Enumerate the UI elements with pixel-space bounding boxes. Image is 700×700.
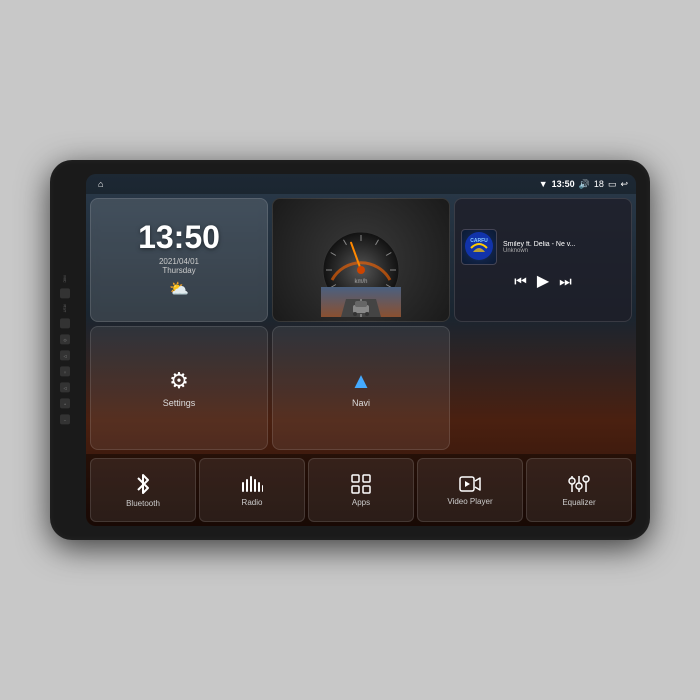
side-btn-3[interactable]: ⊙	[60, 335, 70, 345]
side-buttons: MIC RST ⊙ ◁ ○ ◁ + −	[60, 275, 70, 424]
settings-icon: ⚙	[169, 368, 189, 394]
weather-icon: ⛅	[169, 279, 189, 299]
play-button[interactable]: ▶	[537, 271, 549, 291]
radio-label: Radio	[242, 498, 263, 507]
bottom-bar: Bluetooth Radio	[86, 454, 636, 526]
video-icon	[459, 475, 481, 493]
side-btn-2[interactable]	[60, 319, 70, 329]
side-btn-1[interactable]	[60, 289, 70, 299]
bluetooth-label: Bluetooth	[126, 499, 160, 508]
apps-button[interactable]: Apps	[308, 458, 414, 522]
apps-label: Apps	[352, 498, 370, 507]
main-grid: 13:50 2021/04/01 Thursday ⛅	[86, 194, 636, 454]
album-logo: CARFU	[463, 230, 495, 265]
speedometer-widget: km/h	[272, 198, 450, 322]
navi-label: Navi	[352, 398, 370, 408]
prev-button[interactable]: ⏮	[514, 273, 527, 290]
side-btn-5[interactable]: ○	[60, 367, 70, 377]
equalizer-button[interactable]: Equalizer	[526, 458, 632, 522]
svg-text:km/h: km/h	[354, 279, 367, 285]
apps-icon	[351, 474, 371, 494]
music-controls: ⏮ ▶ ⏭	[514, 271, 572, 291]
music-artist: Unknown	[503, 248, 625, 254]
music-widget: CARFU Smiley ft. Delia - Ne v... Unknown…	[454, 198, 632, 322]
speedometer-svg: km/h	[316, 225, 406, 295]
car-head-unit: MIC RST ⊙ ◁ ○ ◁ + − ⌂ ▼ 13:50 🔊 18 ▭ ↩ 1…	[50, 160, 650, 540]
wifi-icon: ▼	[539, 179, 548, 189]
music-info: Smiley ft. Delia - Ne v... Unknown	[503, 241, 625, 254]
settings-widget[interactable]: ⚙ Settings	[90, 326, 268, 450]
side-btn-7[interactable]: +	[60, 399, 70, 409]
video-player-label: Video Player	[447, 497, 492, 506]
navi-widget[interactable]: ▲ Navi	[272, 326, 450, 450]
rst-label: RST	[63, 305, 68, 313]
bluetooth-icon	[134, 473, 152, 495]
side-btn-6[interactable]: ◁	[60, 383, 70, 393]
radio-icon	[241, 474, 263, 494]
screen: ⌂ ▼ 13:50 🔊 18 ▭ ↩ 13:50 2021/04/01 Thur…	[86, 174, 636, 526]
status-bar: ⌂ ▼ 13:50 🔊 18 ▭ ↩	[86, 174, 636, 194]
side-btn-4[interactable]: ◁	[60, 351, 70, 361]
signal-number: 18	[594, 179, 604, 189]
album-art: CARFU	[461, 229, 497, 265]
battery-icon: ▭	[608, 179, 617, 190]
clock-time: 13:50	[138, 221, 220, 253]
status-time: 13:50	[552, 179, 575, 189]
mic-label: MIC	[63, 275, 68, 282]
status-left-icons: ⌂	[98, 179, 103, 189]
next-button[interactable]: ⏭	[559, 273, 572, 290]
music-top: CARFU Smiley ft. Delia - Ne v... Unknown	[461, 229, 625, 265]
road-scene	[321, 287, 401, 317]
back-icon[interactable]: ↩	[620, 179, 628, 190]
volume-icon: 🔊	[579, 179, 590, 190]
radio-button[interactable]: Radio	[199, 458, 305, 522]
home-status-icon: ⌂	[98, 179, 103, 189]
equalizer-label: Equalizer	[562, 498, 595, 507]
settings-label: Settings	[163, 398, 196, 408]
clock-widget: 13:50 2021/04/01 Thursday ⛅	[90, 198, 268, 322]
clock-date: 2021/04/01 Thursday	[159, 257, 199, 275]
navi-icon: ▲	[350, 368, 372, 394]
bluetooth-button[interactable]: Bluetooth	[90, 458, 196, 522]
side-btn-8[interactable]: −	[60, 415, 70, 425]
equalizer-icon	[568, 474, 590, 494]
music-title: Smiley ft. Delia - Ne v...	[503, 241, 625, 248]
video-player-button[interactable]: Video Player	[417, 458, 523, 522]
